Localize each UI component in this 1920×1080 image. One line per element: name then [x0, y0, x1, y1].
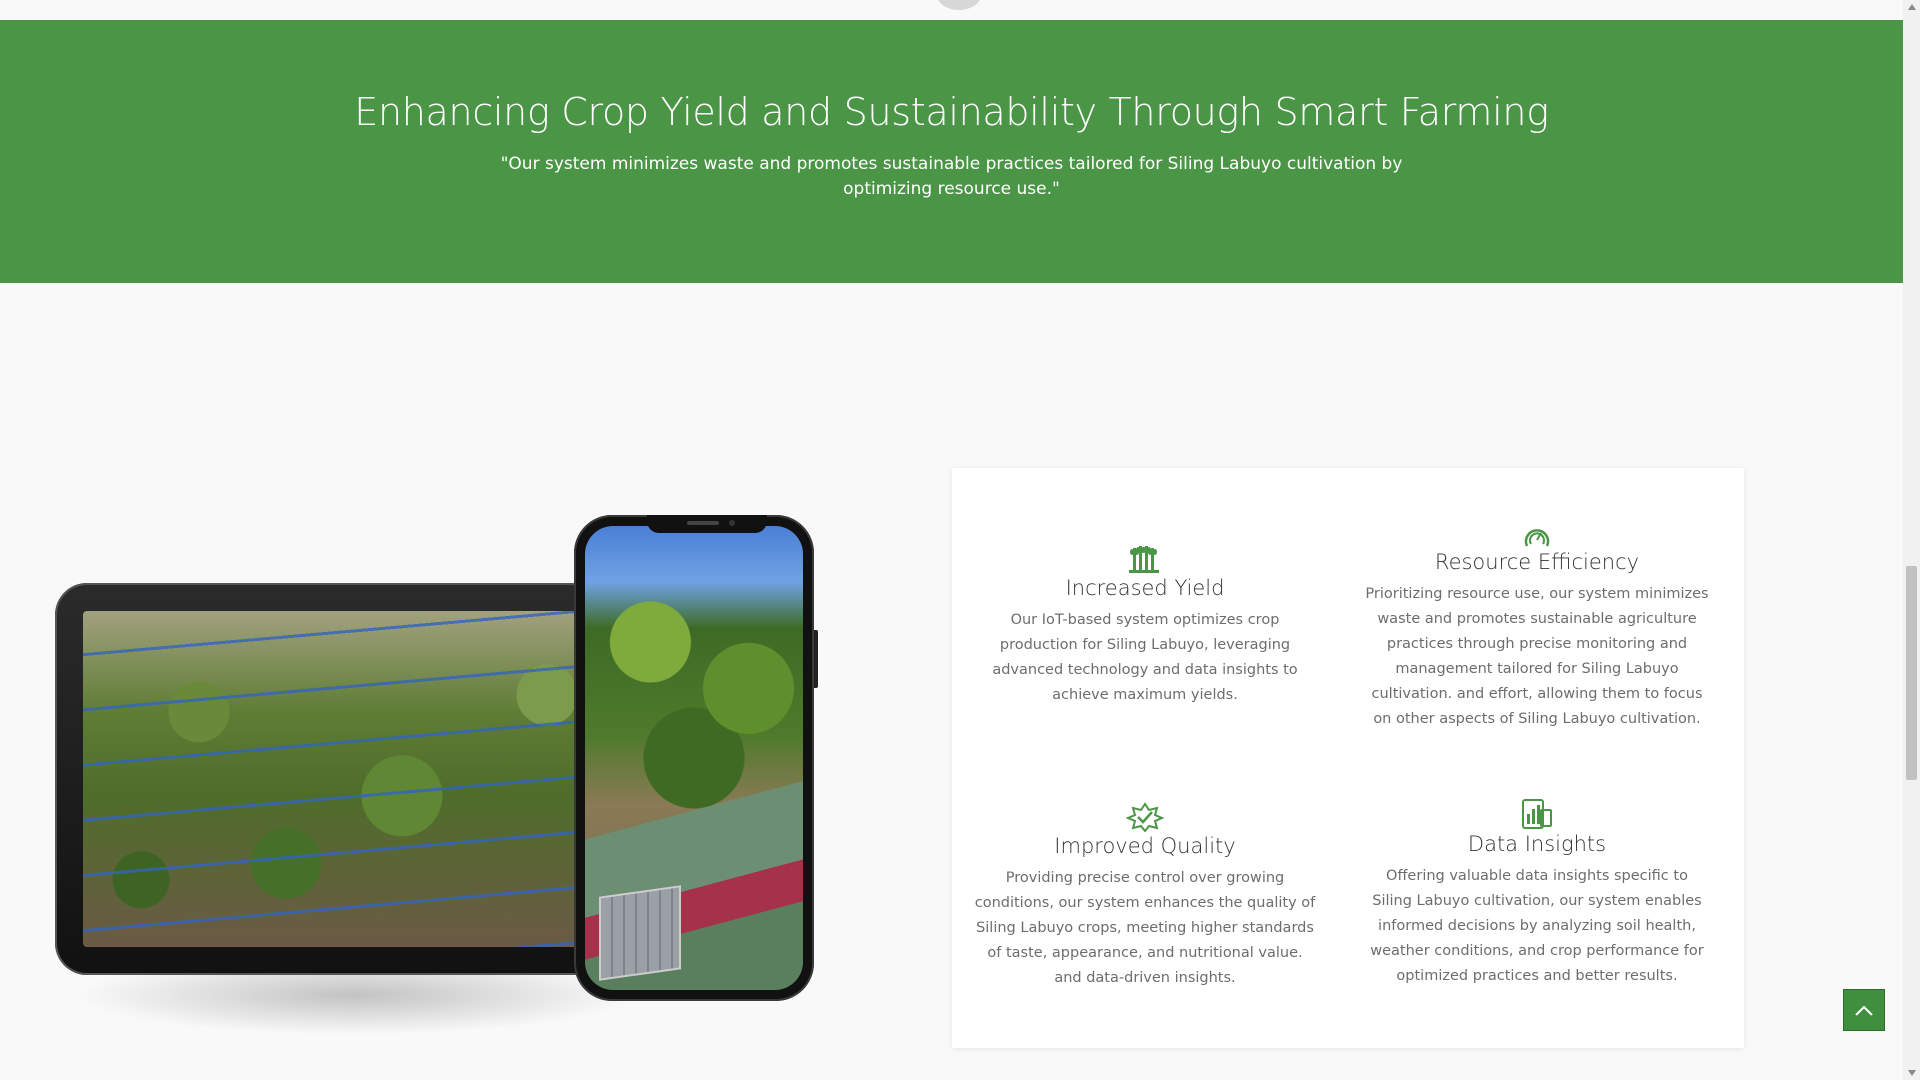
feature-title: Data Insights	[1467, 832, 1607, 856]
scroll-down-icon	[1907, 1070, 1916, 1076]
feature-text: Providing precise control over growing c…	[974, 870, 1316, 986]
feature-text: Prioritizing resource use, our system mi…	[1365, 586, 1709, 727]
feature-title: Improved Quality	[1054, 834, 1236, 858]
feature-text: Offering valuable data insights specific…	[1370, 868, 1704, 984]
solar-panel-graphic	[599, 885, 681, 981]
feature-title: Resource Efficiency	[1434, 550, 1640, 574]
feature-text: Our IoT-based system optimizes crop prod…	[992, 612, 1298, 703]
wheat-icon	[1129, 546, 1159, 573]
scroll-down-arrow[interactable]	[1903, 1066, 1920, 1080]
top-strip	[0, 0, 1903, 20]
hero-subtitle: "Our system minimizes waste and promotes…	[500, 154, 1403, 199]
quality-badge-icon	[1125, 802, 1165, 832]
notch-speaker	[687, 521, 719, 525]
scroll-up-icon	[1907, 4, 1916, 10]
hero-title: Enhancing Crop Yield and Sustainability …	[354, 90, 1549, 134]
page-scrollbar[interactable]	[1903, 0, 1920, 1080]
phone-screen-photo	[585, 526, 803, 990]
phone-notch	[647, 515, 767, 533]
feature-title: Increased Yield	[1065, 576, 1225, 600]
device-mockup-image	[55, 515, 825, 1065]
scroll-to-top-button[interactable]	[1843, 989, 1885, 1031]
feature-improved-quality: Improved Quality Providing precise contr…	[972, 802, 1318, 991]
hero-banner: Enhancing Crop Yield and Sustainability …	[0, 20, 1903, 283]
chevron-up-icon	[1855, 1005, 1873, 1016]
notch-camera	[729, 520, 735, 526]
feature-data-insights: Data Insights Offering valuable data ins…	[1364, 798, 1710, 989]
gauge-icon	[1524, 529, 1550, 547]
carousel-indicator[interactable]	[937, 0, 981, 10]
scrollbar-thumb[interactable]	[1906, 566, 1917, 780]
phone-mockup	[574, 515, 814, 1001]
feature-resource-efficiency: Resource Efficiency Prioritizing resourc…	[1364, 524, 1710, 732]
features-card: Increased Yield Our IoT-based system opt…	[952, 468, 1744, 1048]
scroll-up-arrow[interactable]	[1903, 0, 1920, 14]
analytics-device-icon	[1522, 799, 1552, 829]
feature-increased-yield: Increased Yield Our IoT-based system opt…	[972, 544, 1318, 708]
